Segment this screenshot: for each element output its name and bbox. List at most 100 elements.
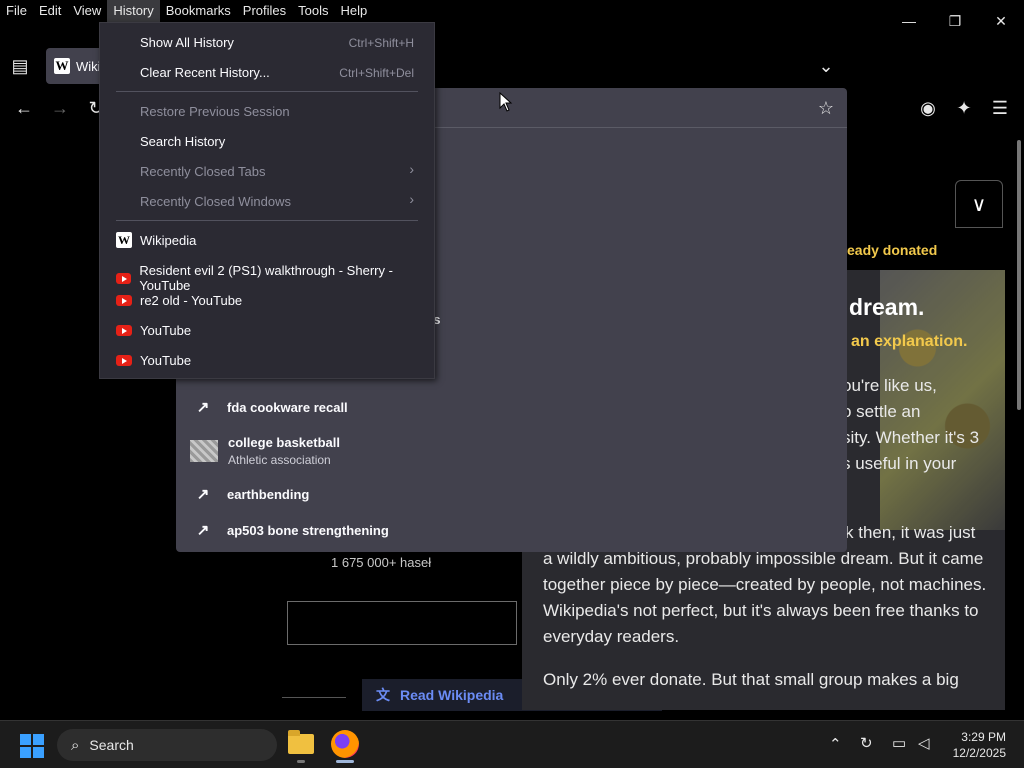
banner-line: everyday readers. [543,627,680,646]
window-controls: — ❐ ✕ [886,0,1024,42]
clock-time: 3:29 PM [961,730,1006,744]
history-entry-label: re2 old - YouTube [140,293,243,308]
menu-tools[interactable]: Tools [292,0,334,22]
history-entry[interactable]: YouTube [116,323,191,338]
suggestion-item[interactable]: ↗ fda cookware recall [190,398,348,416]
youtube-icon [116,272,132,284]
forward-icon[interactable]: → [46,94,74,122]
volume-icon[interactable]: ◁ [918,734,930,752]
taskbar-search-label: Search [89,737,134,753]
search-icon: ⌕ [71,736,80,754]
suggestion-item[interactable]: ↗ ap503 bone strengthening [190,521,389,539]
account-icon[interactable]: ◉ [914,94,942,122]
shortcut-label: Ctrl+Shift+Del [339,66,414,80]
banner-explanation: an explanation. [851,333,968,350]
tab-wikipedia[interactable]: W Wiki [46,48,106,84]
tab-label: Wiki [76,58,101,74]
menu-separator [116,91,418,92]
recently-closed-tabs-item[interactable]: Recently Closed Tabs [140,164,266,179]
youtube-icon [116,295,132,306]
windows-start-icon[interactable] [20,734,44,758]
history-entry-label: Resident evil 2 (PS1) walkthrough - Sher… [139,263,393,293]
history-entry-label: Wikipedia [140,232,197,248]
mouse-cursor-icon [499,92,513,112]
restore-session-item[interactable]: Restore Previous Session [140,104,290,119]
firefox-icon[interactable] [331,730,359,758]
read-wikipedia-label: Read Wikipedia [400,687,504,703]
menu-bookmarks[interactable]: Bookmarks [160,0,237,22]
history-entry[interactable]: re2 old - YouTube [116,293,242,308]
close-icon[interactable]: ✕ [978,0,1024,42]
banner-line: ou're like us, [842,376,937,395]
file-explorer-icon[interactable] [288,730,314,754]
menu-history[interactable]: History [107,0,160,22]
divider [282,697,346,698]
clock-date: 12/2/2025 [952,746,1006,760]
trending-icon: ↗ [196,486,210,503]
extensions-icon[interactable]: ✦ [950,94,978,122]
translate-icon: 文 [376,687,390,703]
suggestion-title: ap503 bone strengthening [227,522,389,538]
show-all-history-item[interactable]: Show All History [140,35,234,50]
chevron-right-icon: › [409,191,414,207]
youtube-icon [116,355,132,366]
history-entry-label: YouTube [140,353,192,368]
banner-line: Only 2% ever donate. But that small grou… [543,670,959,689]
taskbar-search[interactable]: ⌕ Search [57,729,277,761]
collapse-banner-button[interactable]: ∨ [955,180,1003,228]
banner-line: sity. Whether it's 3 [842,428,980,447]
menu-help[interactable]: Help [335,0,374,22]
menu-file[interactable]: File [0,0,33,22]
suggestion-title: fda cookware recall [227,399,348,415]
sync-icon[interactable]: ↻ [860,734,873,752]
desktop: File Edit View History Bookmarks Profile… [0,0,1024,768]
back-icon[interactable]: ← [10,94,38,122]
menu-edit[interactable]: Edit [33,0,67,22]
chevron-right-icon: › [409,161,414,177]
menu-bar: File Edit View History Bookmarks Profile… [0,0,373,22]
clock[interactable]: 3:29 PM 12/2/2025 [946,729,1006,761]
running-indicator [297,760,305,763]
menu-separator [116,220,418,221]
thumbnail-icon [190,440,218,462]
network-icon[interactable]: ▭ [892,734,906,752]
history-entry[interactable]: W Wikipedia [116,232,196,248]
suggestion-item[interactable]: ↗ earthbending [190,485,310,503]
menu-view[interactable]: View [67,0,107,22]
bookmark-star-icon[interactable]: ☆ [812,94,840,122]
trending-icon: ↗ [196,522,210,539]
shortcut-label: Ctrl+Shift+H [348,36,414,50]
scrollbar[interactable] [1017,140,1021,410]
app-menu-icon[interactable]: ☰ [986,94,1014,122]
firefox-view-icon[interactable]: ▤ [6,52,34,80]
history-entry[interactable]: YouTube [116,353,191,368]
article-count: 1 675 000+ haseł [331,555,432,570]
banner-line: o settle an [842,402,921,421]
banner-line: s useful in your [842,454,957,473]
banner-headline: dream. [849,294,925,320]
chevron-up-icon[interactable]: ⌃ [829,735,842,753]
history-entry[interactable]: Resident evil 2 (PS1) walkthrough - Sher… [116,263,434,293]
youtube-icon [116,325,132,336]
suggestion-item[interactable]: college basketball Athletic association [190,435,340,467]
restore-icon[interactable]: ❐ [932,0,978,42]
search-history-item[interactable]: Search History [140,134,225,149]
list-all-tabs-icon[interactable]: ⌄ [812,52,840,80]
banner-line: k then, it was just [845,523,976,542]
minimize-icon[interactable]: — [886,0,932,42]
suggestion-title: college basketball [228,435,340,450]
history-entry-label: YouTube [140,323,192,338]
suggestion-subtitle: Athletic association [228,453,331,467]
wiki-search-input[interactable] [287,601,517,645]
banner-line: together piece by piece—created by peopl… [543,575,987,594]
recently-closed-windows-item[interactable]: Recently Closed Windows [140,194,291,209]
trending-icon: ↗ [196,399,210,416]
clear-recent-history-item[interactable]: Clear Recent History... [140,65,270,80]
suggestion-title: earthbending [227,486,310,502]
active-indicator [336,760,354,763]
history-menu: Show All History Ctrl+Shift+H Clear Rece… [99,22,435,379]
banner-line: Wikipedia's not perfect, but it's always… [543,601,979,620]
already-donated-link[interactable]: eady donated [847,242,937,258]
wikipedia-icon: W [54,58,70,74]
menu-profiles[interactable]: Profiles [237,0,292,22]
